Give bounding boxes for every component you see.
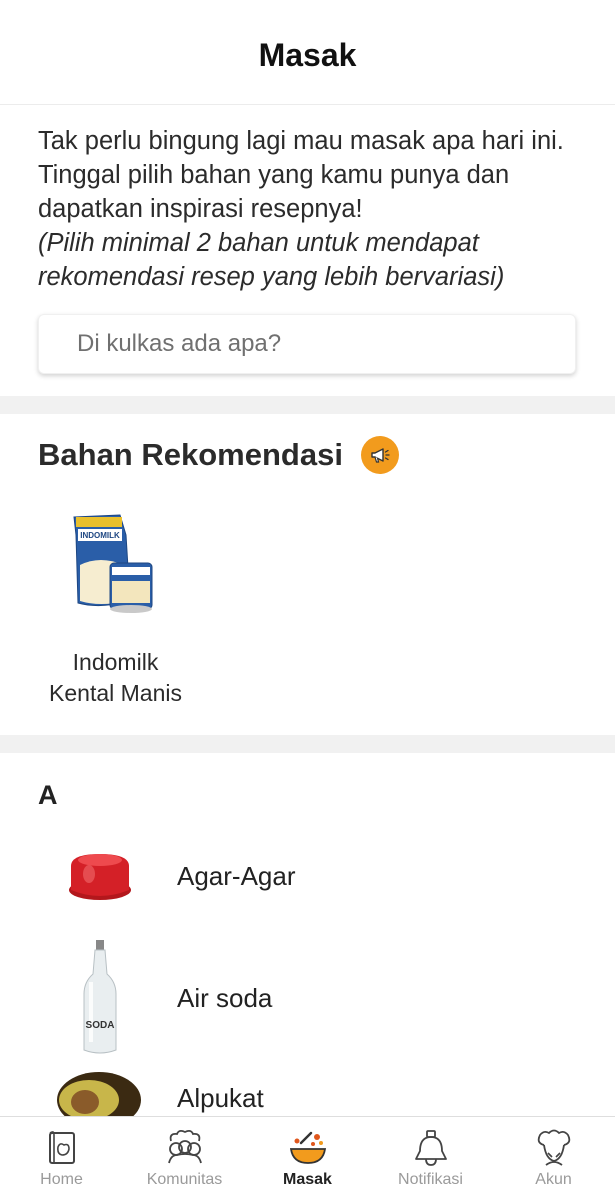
soda-bottle-text: SODA xyxy=(86,1020,115,1031)
indomilk-product-image: INDOMILK xyxy=(56,505,176,625)
recommended-item-label: Indomilk Kental Manis xyxy=(38,647,193,709)
avocado-image xyxy=(55,1070,145,1116)
list-item-name: Alpukat xyxy=(177,1082,264,1113)
intro-note: (Pilih minimal 2 bahan untuk mendapat re… xyxy=(38,229,505,291)
tab-label: Home xyxy=(40,1171,83,1188)
search-input[interactable] xyxy=(39,315,575,373)
agar-agar-image xyxy=(55,826,145,926)
tab-label: Notifikasi xyxy=(398,1171,463,1188)
recommended-item-subname: Kental Manis xyxy=(49,680,182,706)
indomilk-pack-text: INDOMILK xyxy=(80,531,120,540)
recommended-item-name: Indomilk xyxy=(72,649,159,675)
tab-home[interactable]: Home xyxy=(0,1117,123,1201)
bell-icon xyxy=(414,1130,447,1166)
soda-bottle-image: SODA xyxy=(55,938,145,1058)
bottom-navigation: Home Komunitas Masak Notifikasi Akun xyxy=(0,1116,615,1201)
tab-masak[interactable]: Masak xyxy=(246,1117,369,1201)
tab-label: Masak xyxy=(283,1171,332,1188)
tab-label: Komunitas xyxy=(146,1171,223,1188)
section-divider xyxy=(0,735,615,753)
list-item-name: Agar-Agar xyxy=(177,860,296,891)
chef-hat-icon xyxy=(537,1129,570,1166)
page-title: Masak xyxy=(258,36,357,73)
home-icon xyxy=(48,1131,75,1164)
tab-label: Akun xyxy=(535,1171,572,1188)
list-item-name: Air soda xyxy=(177,982,273,1013)
list-item-agar-agar[interactable]: Agar-Agar xyxy=(55,826,296,926)
list-item-air-soda[interactable]: SODA Air soda xyxy=(55,938,272,1058)
intro-text: Tak perlu bingung lagi mau masak apa har… xyxy=(38,124,578,294)
tab-akun[interactable]: Akun xyxy=(492,1117,615,1201)
community-icon xyxy=(167,1129,202,1164)
intro-description: Tak perlu bingung lagi mau masak apa har… xyxy=(38,127,564,223)
recommended-title: Bahan Rekomendasi xyxy=(38,437,343,472)
recommended-heading: Bahan Rekomendasi xyxy=(38,436,399,474)
app-header: Masak xyxy=(0,0,615,105)
list-item-alpukat[interactable]: Alpukat xyxy=(55,1070,264,1116)
tab-notifikasi[interactable]: Notifikasi xyxy=(369,1117,492,1201)
wok-icon xyxy=(289,1131,326,1164)
megaphone-icon[interactable] xyxy=(360,436,399,474)
tab-komunitas[interactable]: Komunitas xyxy=(123,1117,246,1201)
section-divider xyxy=(0,396,615,414)
search-box[interactable] xyxy=(38,314,576,374)
alphabet-header: A xyxy=(38,780,58,810)
recommended-item-indomilk[interactable]: INDOMILK Indomilk Kental Manis xyxy=(38,505,193,709)
